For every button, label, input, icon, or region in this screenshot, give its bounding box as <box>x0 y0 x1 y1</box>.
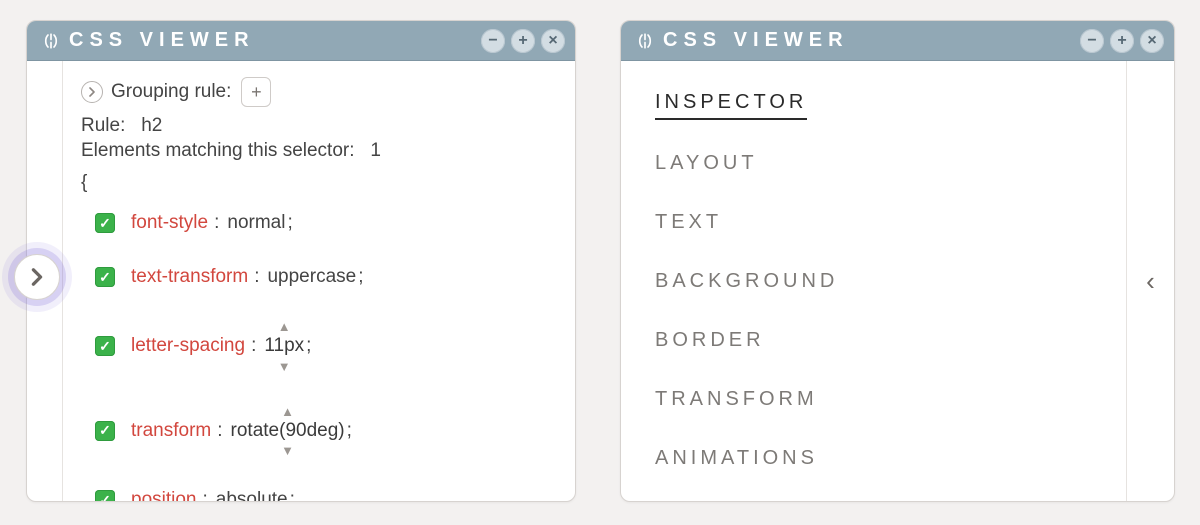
semicolon: ; <box>306 335 311 357</box>
property-enabled-checkbox[interactable]: ✓ <box>95 336 115 356</box>
property-enabled-checkbox[interactable]: ✓ <box>95 490 115 502</box>
step-up-icon[interactable]: ▲ <box>278 320 291 333</box>
property-name[interactable]: position <box>131 489 197 502</box>
titlebar: CSS VIEWER − + × <box>27 21 575 61</box>
property-value[interactable]: rotate(90deg) <box>231 418 345 445</box>
match-label: Elements matching this selector: <box>81 140 355 161</box>
colon: : <box>251 335 256 357</box>
property-name[interactable]: font-style <box>131 212 208 234</box>
step-up-icon[interactable]: ▲ <box>281 405 294 418</box>
semicolon: ; <box>287 212 292 234</box>
property-row: ✓ font-style: normal; <box>95 212 557 234</box>
menu-item-text[interactable]: TEXT <box>655 207 722 238</box>
menu-item-background[interactable]: BACKGROUND <box>655 266 838 297</box>
titlebar: CSS VIEWER − + × <box>621 21 1174 61</box>
minimize-button[interactable]: − <box>481 29 505 53</box>
property-value[interactable]: normal <box>227 212 285 234</box>
collapse-right-icon[interactable]: ‹ <box>1146 266 1155 297</box>
property-name[interactable]: transform <box>131 420 211 442</box>
inspector-content: Grouping rule: + Rule: h2 Elements match… <box>63 61 575 501</box>
property-row: ✓ position: absolute; <box>95 489 557 502</box>
app-logo-icon <box>41 31 61 51</box>
property-value[interactable]: absolute <box>216 489 288 502</box>
rule-line: Rule: h2 <box>81 115 557 137</box>
property-enabled-checkbox[interactable]: ✓ <box>95 267 115 287</box>
open-brace: { <box>81 172 557 194</box>
panel-title: CSS VIEWER <box>663 29 849 52</box>
app-logo-icon <box>635 31 655 51</box>
css-viewer-panel-inspector: CSS VIEWER − + × Grouping rule: + Rule: <box>26 20 576 502</box>
match-line: Elements matching this selector: 1 <box>81 140 557 162</box>
minimize-button[interactable]: − <box>1080 29 1104 53</box>
property-value-stepper[interactable]: ▲rotate(90deg)▼ <box>231 405 345 458</box>
property-row: ✓ text-transform: uppercase; <box>95 266 557 288</box>
expand-handle-button[interactable] <box>14 254 60 300</box>
panel-title: CSS VIEWER <box>69 29 255 52</box>
property-value[interactable]: 11px <box>264 333 304 360</box>
properties-list: ✓ font-style: normal; ✓ text-transform: upper… <box>95 212 557 502</box>
colon: : <box>203 489 208 502</box>
colon: : <box>214 212 219 234</box>
semicolon: ; <box>358 266 363 288</box>
css-viewer-panel-menu: CSS VIEWER − + × INSPECTOR LAYOUT TEXT BACK… <box>620 20 1175 502</box>
grouping-rule-label: Grouping rule: <box>111 81 231 103</box>
colon: : <box>217 420 222 442</box>
colon: : <box>254 266 259 288</box>
property-row: ✓ letter-spacing: ▲11px▼; <box>95 320 557 373</box>
property-value-stepper[interactable]: ▲11px▼ <box>264 320 304 373</box>
maximize-button[interactable]: + <box>1110 29 1134 53</box>
close-button[interactable]: × <box>1140 29 1164 53</box>
semicolon: ; <box>290 489 295 502</box>
menu-item-border[interactable]: BORDER <box>655 325 765 356</box>
semicolon: ; <box>347 420 352 442</box>
property-name[interactable]: text-transform <box>131 266 248 288</box>
maximize-button[interactable]: + <box>511 29 535 53</box>
add-grouping-rule-button[interactable]: + <box>241 77 271 107</box>
section-menu: INSPECTOR LAYOUT TEXT BACKGROUND BORDER TRANS… <box>621 61 1126 501</box>
close-button[interactable]: × <box>541 29 565 53</box>
step-down-icon[interactable]: ▼ <box>278 360 291 373</box>
menu-item-transform[interactable]: TRANSFORM <box>655 384 818 415</box>
property-enabled-checkbox[interactable]: ✓ <box>95 421 115 441</box>
collapse-toggle-icon[interactable] <box>81 81 103 103</box>
property-value[interactable]: uppercase <box>267 266 356 288</box>
property-name[interactable]: letter-spacing <box>131 335 245 357</box>
menu-item-animations[interactable]: ANIMATIONS <box>655 443 818 474</box>
menu-item-inspector[interactable]: INSPECTOR <box>655 87 807 120</box>
rule-selector: h2 <box>141 115 162 136</box>
step-down-icon[interactable]: ▼ <box>281 444 294 457</box>
menu-item-layout[interactable]: LAYOUT <box>655 148 758 179</box>
match-count: 1 <box>370 140 381 161</box>
right-gutter: ‹ <box>1126 61 1174 501</box>
property-row: ✓ transform: ▲rotate(90deg)▼; <box>95 405 557 458</box>
rule-label: Rule: <box>81 115 125 136</box>
property-enabled-checkbox[interactable]: ✓ <box>95 213 115 233</box>
